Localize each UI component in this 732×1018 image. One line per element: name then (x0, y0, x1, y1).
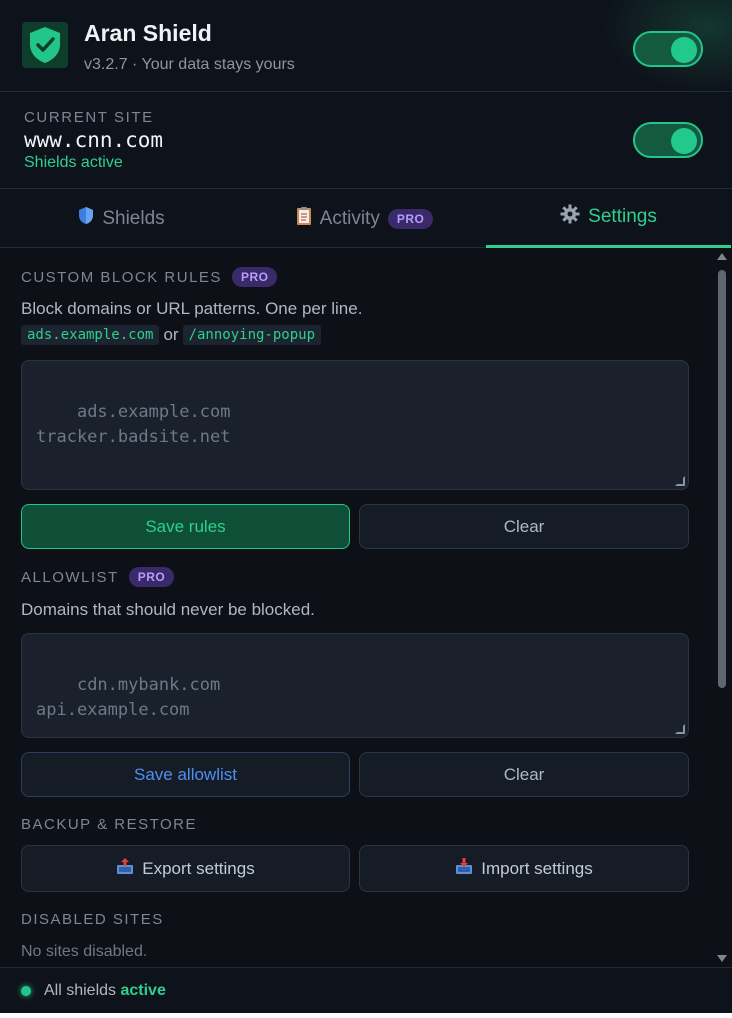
current-site-panel: CURRENT SITE www.cnn.com Shields active (0, 92, 732, 189)
window-edge (0, 1013, 732, 1018)
pro-badge: PRO (128, 567, 175, 587)
pro-badge: PRO (231, 267, 278, 287)
example-code: ads.example.com (21, 325, 160, 345)
master-toggle[interactable] (633, 31, 703, 67)
tab-label: Activity (319, 207, 380, 229)
export-settings-button[interactable]: Export settings (21, 845, 350, 892)
footer-status: All shields active (44, 982, 166, 1000)
footer-prefix: All shields (44, 982, 117, 999)
site-status: Shields active (24, 154, 123, 171)
status-footer: All shields active (0, 967, 732, 1013)
button-label: Export settings (142, 858, 255, 878)
pro-badge: PRO (387, 208, 434, 229)
button-label: Import settings (481, 858, 593, 878)
textarea-placeholder: ads.example.com tracker.badsite.net (36, 402, 231, 447)
save-rules-button[interactable]: Save rules (21, 504, 350, 549)
allowlist-textarea[interactable]: cdn.mybank.com api.example.com (21, 633, 689, 738)
import-settings-button[interactable]: Import settings (359, 845, 689, 892)
current-site-label: CURRENT SITE (24, 109, 154, 126)
custom-rules-description: Block domains or URL patterns. One per l… (21, 299, 363, 318)
shield-icon (78, 206, 94, 231)
allowlist-description: Domains that should never be blocked. (21, 600, 315, 619)
textarea-placeholder: cdn.mybank.com api.example.com (36, 675, 221, 720)
clear-allowlist-button[interactable]: Clear (359, 752, 689, 797)
section-heading: ALLOWLIST (21, 568, 119, 586)
inbox-tray-icon (455, 857, 473, 880)
scroll-thumb[interactable] (718, 270, 726, 688)
or-text: or (163, 325, 179, 344)
custom-rules-title: CUSTOM BLOCK RULES PRO (21, 267, 278, 287)
disabled-sites-title: DISABLED SITES (21, 911, 164, 928)
app-title: Aran Shield (84, 20, 212, 46)
app-subtitle: v3.2.7 · Your data stays yours (84, 56, 295, 73)
footer-state: active (120, 982, 166, 999)
section-heading: BACKUP & RESTORE (21, 816, 197, 833)
tab-label: Settings (588, 206, 657, 227)
custom-rules-examples: ads.example.com or /annoying-popup (21, 325, 321, 345)
example-code: /annoying-popup (182, 325, 321, 345)
resize-handle[interactable] (675, 476, 685, 486)
resize-handle[interactable] (675, 724, 685, 734)
clear-rules-button[interactable]: Clear (359, 504, 689, 549)
section-heading: CUSTOM BLOCK RULES (21, 268, 222, 286)
scrollbar[interactable] (714, 248, 730, 967)
status-dot-icon (21, 986, 31, 996)
site-toggle[interactable] (633, 122, 703, 158)
allowlist-title: ALLOWLIST PRO (21, 567, 175, 587)
toggle-knob (671, 37, 697, 63)
current-site-domain: www.cnn.com (24, 128, 164, 152)
outbox-tray-icon (116, 857, 134, 880)
tab-label: Shields (102, 207, 165, 229)
scroll-up-arrow-icon[interactable] (717, 253, 727, 260)
toggle-knob (671, 128, 697, 154)
backup-title: BACKUP & RESTORE (21, 816, 197, 833)
section-heading: DISABLED SITES (21, 911, 164, 928)
tab-activity[interactable]: Activity PRO (243, 189, 486, 248)
popup-header: Aran Shield v3.2.7 · Your data stays you… (0, 0, 732, 92)
tab-bar: Shields Activity PRO Settings (0, 189, 732, 248)
settings-panel: CUSTOM BLOCK RULES PRO Block domains or … (0, 248, 714, 967)
tab-settings[interactable]: Settings (486, 189, 731, 248)
gear-icon (560, 204, 580, 230)
tab-shields[interactable]: Shields (0, 189, 243, 248)
save-allowlist-button[interactable]: Save allowlist (21, 752, 350, 797)
clipboard-icon (296, 206, 312, 232)
shield-check-icon (22, 22, 68, 68)
scroll-down-arrow-icon[interactable] (717, 955, 727, 962)
custom-rules-textarea[interactable]: ads.example.com tracker.badsite.net (21, 360, 689, 490)
disabled-sites-empty: No sites disabled. (21, 943, 148, 960)
